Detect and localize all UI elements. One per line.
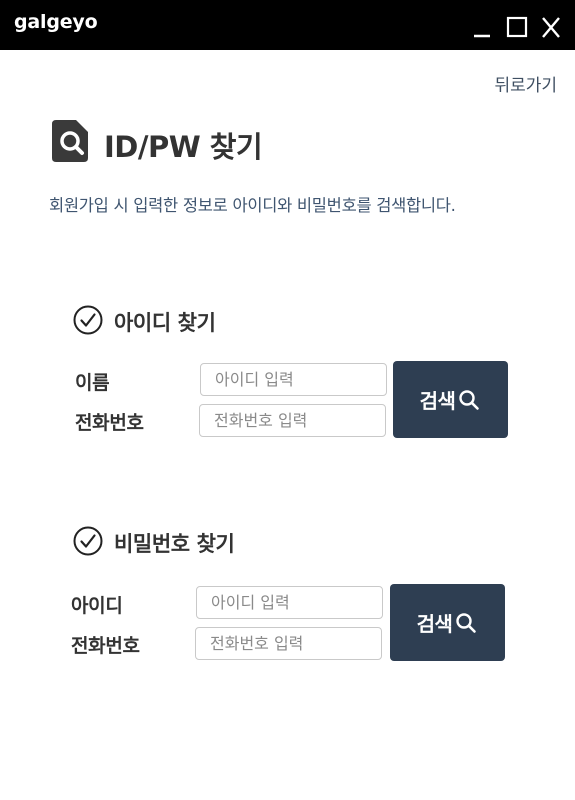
find-id-search-button[interactable]: 검색 — [393, 361, 508, 438]
search-icon — [456, 612, 477, 633]
search-icon — [459, 389, 480, 410]
minimize-icon[interactable] — [468, 10, 498, 40]
check-circle-icon — [73, 305, 103, 335]
check-circle-icon — [73, 526, 103, 556]
title-bar: galgeyo — [0, 0, 575, 50]
search-button-label: 검색 — [416, 612, 453, 636]
find-id-title: 아이디 찾기 — [114, 311, 216, 335]
id-input[interactable] — [196, 586, 383, 619]
id-label: 아이디 — [71, 595, 123, 617]
phone-label: 전화번호 — [71, 635, 140, 657]
find-pw-title: 비밀번호 찾기 — [114, 532, 235, 556]
name-label: 이름 — [75, 372, 110, 394]
close-icon[interactable] — [536, 10, 566, 40]
page-title: ID/PW 찾기 — [104, 130, 263, 164]
search-button-label: 검색 — [419, 389, 456, 413]
phone-input[interactable] — [199, 404, 386, 437]
page-description: 회원가입 시 입력한 정보로 아이디와 비밀번호를 검색합니다. — [49, 196, 456, 215]
document-search-icon — [52, 120, 88, 162]
back-link[interactable]: 뒤로가기 — [494, 71, 557, 96]
find-pw-search-button[interactable]: 검색 — [390, 584, 505, 661]
phone-input[interactable] — [195, 627, 382, 660]
maximize-icon[interactable] — [502, 10, 532, 40]
app-title: galgeyo — [14, 11, 98, 33]
phone-label: 전화번호 — [75, 412, 144, 434]
name-input[interactable] — [200, 363, 387, 396]
